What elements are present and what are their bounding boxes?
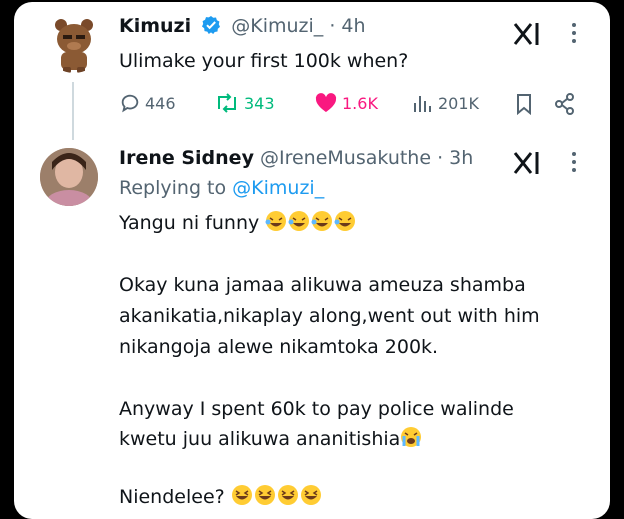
like-button[interactable]: 1.6K [314, 92, 378, 114]
grok-icon[interactable] [512, 22, 542, 46]
reply-button[interactable]: 446 [119, 92, 176, 114]
reply-line-2: Okay kuna jamaa alikuwa ameuza shamba [119, 274, 526, 296]
reply-count: 446 [145, 93, 176, 113]
like-icon [315, 93, 337, 112]
replying-to: Replying to @Kimuzi_ [119, 177, 324, 199]
reply-header: Irene Sidney @IreneMusakuthe · 3h [119, 147, 473, 169]
views-count: 201K [438, 93, 480, 113]
author-name[interactable]: Kimuzi [119, 15, 191, 37]
grok-icon[interactable] [512, 151, 542, 175]
reply-line-7: Niendelee? [119, 482, 323, 512]
retweet-count: 343 [244, 93, 275, 113]
reply-author-name[interactable]: Irene Sidney [119, 147, 254, 169]
retweet-icon [218, 93, 236, 113]
verified-badge-icon [202, 16, 221, 34]
author-handle[interactable]: @Kimuzi_ [231, 15, 323, 37]
reply-line-6-text: kwetu juu alikuwa ananitishia [119, 428, 401, 450]
tweet-text: Ulimake your first 100k when? [119, 50, 409, 72]
irene-avatar[interactable] [40, 148, 98, 206]
tweet-time[interactable]: · 4h [329, 15, 365, 37]
reply-line-4: nikangoja alewe nikamtoka 200k. [119, 336, 439, 358]
laughing-emoji [265, 211, 357, 234]
like-count: 1.6K [342, 93, 378, 113]
reply-line-6: kwetu juu alikuwa ananitishia [119, 424, 422, 454]
retweet-button[interactable]: 343 [214, 92, 275, 114]
reply-icon [121, 94, 139, 113]
reply-line-7-text: Niendelee? [119, 486, 225, 508]
views-button[interactable]: 201K [412, 92, 479, 114]
grinning-emoji [231, 485, 323, 508]
thread-connector [72, 82, 74, 140]
share-icon[interactable] [554, 92, 576, 116]
reply-time[interactable]: · 3h [437, 147, 473, 169]
reply-author-handle[interactable]: @IreneMusakuthe [260, 147, 431, 169]
reply-line-1-text: Yangu ni funny [119, 212, 260, 234]
bookmark-icon[interactable] [514, 93, 534, 115]
views-icon [414, 96, 431, 112]
reply-line-5: Anyway I spent 60k to pay police walinde [119, 398, 514, 420]
tweet-header: Kimuzi @Kimuzi_ · 4h [119, 15, 366, 37]
reply-line-3: akanikatia,nikaplay along,went out with … [119, 305, 540, 327]
crying-emoji [400, 427, 422, 450]
reply-line-1: Yangu ni funny [119, 208, 357, 238]
replying-prefix: Replying to [119, 177, 227, 199]
kimuzi-avatar[interactable] [45, 15, 103, 73]
more-icon[interactable] [571, 151, 577, 173]
more-icon[interactable] [571, 22, 577, 44]
replying-to-handle[interactable]: @Kimuzi_ [232, 177, 324, 199]
timeline-card: Kimuzi @Kimuzi_ · 4h Ulimake your first … [14, 2, 610, 519]
